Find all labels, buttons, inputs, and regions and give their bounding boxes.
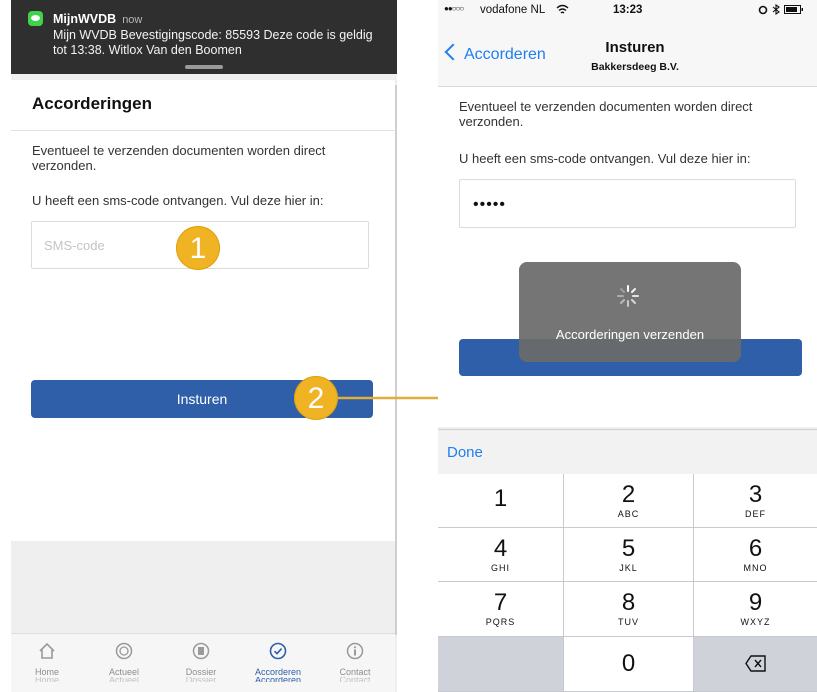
key-3[interactable]: 3 DEF [694, 474, 817, 528]
battery-icon [784, 5, 803, 14]
key-4[interactable]: 4 GHI [438, 528, 564, 582]
loading-text: Accorderingen verzenden [555, 327, 705, 342]
key-letters: TUV [618, 617, 639, 627]
tab-dossier[interactable]: Dossier Dossier [171, 642, 231, 682]
numeric-keypad: 1 2 ABC 3 DEF 4 GHI 5 JKL 6 MNO 7 PQRS 8 TUV 9W… [438, 474, 817, 692]
sms-code-input[interactable]: ••••• [459, 179, 796, 228]
key-digit: 1 [493, 485, 508, 512]
tab-dossier-label: Dossier [185, 667, 217, 677]
tab-contact[interactable]: Contact Contact [325, 642, 385, 682]
home-icon [39, 642, 55, 659]
bluetooth-icon [772, 4, 780, 15]
key-7[interactable]: 7 PQRS [438, 582, 564, 637]
notification-header: MijnWVDB now [53, 12, 142, 26]
key-5[interactable]: 5 JKL [564, 528, 694, 582]
page-header: Accorderingen [11, 80, 395, 131]
tab-accorderen[interactable]: Accorderen Accorderen [248, 642, 308, 682]
key-digit: 4 [493, 535, 508, 562]
tab-accorderen-label: Accorderen [254, 667, 302, 677]
key-2[interactable]: 2 ABC [564, 474, 694, 528]
sms-form-filled: Eventueel te verzenden documenten worden… [438, 87, 817, 427]
carrier-name: vodafone NL [480, 4, 546, 16]
notification-app-name: MijnWVDB [53, 12, 117, 26]
tab-actueel-label: Actueel [108, 667, 140, 677]
key-letters: MNO [743, 563, 768, 573]
tab-contact-label-echo: Contact [339, 677, 371, 682]
sms-notification-banner[interactable]: MijnWVDB now Mijn WVDB Bevestigingscode: … [11, 0, 397, 74]
dossier-icon [192, 642, 210, 660]
info-text: Eventueel te verzenden documenten worden… [459, 99, 753, 129]
notification-time: now [122, 14, 143, 26]
key-digit: 5 [621, 535, 636, 562]
check-icon [269, 642, 287, 660]
instruction-text: U heeft een sms-code ontvangen. Vul deze… [32, 193, 324, 208]
key-letters: PQRS [485, 617, 516, 627]
key-1[interactable]: 1 [438, 474, 564, 528]
key-6[interactable]: 6 MNO [694, 528, 817, 582]
key-9[interactable]: 9 WXYZ [694, 582, 817, 637]
key-8[interactable]: 8 TUV [564, 582, 694, 637]
messages-app-icon [28, 11, 43, 26]
tab-bar: Home Home Actueel Actueel Dossier Dossie… [11, 633, 395, 692]
tab-home-label: Home [34, 667, 59, 677]
chevron-left-icon [444, 43, 462, 61]
status-bar: ●●○○○ vodafone NL 13:23 [438, 0, 817, 20]
status-time: 13:23 [613, 4, 643, 16]
key-digit: 9 [748, 589, 763, 616]
tab-dossier-label-echo: Dossier [185, 677, 217, 682]
back-button[interactable]: Accorderen [444, 43, 546, 64]
key-digit: 8 [621, 589, 636, 616]
tab-home[interactable]: Home Home [17, 642, 77, 682]
sms-form: Eventueel te verzenden documenten worden… [11, 131, 395, 541]
key-letters: WXYZ [740, 617, 771, 627]
back-label: Accorderen [464, 46, 546, 63]
tab-accorderen-label-echo: Accorderen [254, 677, 302, 682]
key-letters: JKL [619, 563, 638, 573]
phone-edge [395, 85, 397, 635]
signal-dots-icon: ●●○○○ [444, 4, 464, 13]
step-badge-1: 1 [176, 226, 220, 270]
key-digit: 3 [748, 481, 763, 508]
tab-actueel-label-echo: Actueel [108, 677, 140, 682]
navigation-bar: Accorderen Insturen Bakkersdeeg B.V. [438, 20, 817, 87]
tab-home-label-echo: Home [34, 677, 59, 682]
news-icon [115, 642, 133, 660]
instruction-text: U heeft een sms-code ontvangen. Vul deze… [459, 151, 751, 166]
loading-overlay: Accorderingen verzenden [519, 262, 741, 362]
key-letters: DEF [745, 509, 766, 519]
step-badge-2: 2 [294, 376, 338, 420]
key-digit: 0 [621, 650, 636, 677]
key-letters: GHI [490, 563, 510, 573]
key-digit: 7 [493, 589, 508, 616]
notification-grabber[interactable] [185, 65, 223, 69]
backspace-icon [744, 655, 766, 672]
alarm-icon [758, 5, 768, 15]
backspace-key[interactable] [694, 637, 817, 692]
notification-message: Mijn WVDB Bevestigingscode: 85593 Deze c… [53, 28, 373, 57]
key-digit: 6 [748, 535, 763, 562]
key-digit: 2 [621, 481, 636, 508]
right-phone-screen: ●●○○○ vodafone NL 13:23 Accorderen Instu… [438, 0, 817, 692]
page-title: Accorderingen [32, 94, 152, 113]
done-button[interactable]: Done [447, 444, 483, 461]
tab-contact-label: Contact [339, 667, 371, 677]
info-icon [346, 642, 364, 660]
key-blank [438, 637, 564, 692]
key-0[interactable]: 0 [564, 637, 694, 692]
keyboard-accessory-bar: Done [438, 429, 817, 475]
nav-title: Insturen [605, 39, 665, 56]
info-text: Eventueel te verzenden documenten worden… [32, 143, 326, 173]
wifi-icon [556, 4, 569, 14]
key-letters: ABC [617, 509, 640, 519]
tab-actueel[interactable]: Actueel Actueel [94, 642, 154, 682]
nav-subtitle: Bakkersdeeg B.V. [591, 61, 679, 73]
spinner-icon [617, 285, 639, 307]
left-phone-screen: MijnWVDB now Mijn WVDB Bevestigingscode: … [11, 0, 397, 692]
